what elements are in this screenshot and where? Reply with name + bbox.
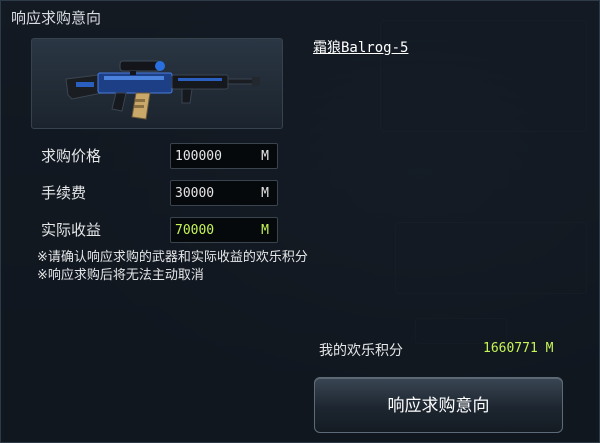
net-income-unit: M: [261, 223, 269, 238]
net-income-field: 70000 M: [170, 217, 278, 243]
rifle-icon: [65, 60, 260, 120]
price-label: 求购价格: [41, 147, 102, 165]
fee-unit: M: [261, 186, 269, 201]
net-income-value: 70000: [175, 223, 215, 238]
fee-value: 30000: [175, 186, 215, 201]
note-no-cancel: ※响应求购后将无法主动取消: [37, 268, 204, 283]
weapon-preview: [31, 38, 283, 129]
net-income-label: 实际收益: [41, 221, 102, 239]
price-field: 100000 M: [170, 143, 278, 169]
balance-label: 我的欢乐积分: [319, 343, 403, 359]
fee-label: 手续费: [41, 184, 87, 202]
price-value: 100000: [175, 149, 222, 164]
confirm-buy-request-button[interactable]: 响应求购意向: [314, 377, 563, 433]
dialog-title: 响应求购意向: [11, 9, 102, 27]
weapon-name: 霜狼Balrog-5: [313, 40, 409, 56]
fee-field: 30000 M: [170, 180, 278, 206]
balance-value: 1660771 M: [483, 341, 554, 356]
price-unit: M: [261, 149, 269, 164]
note-confirm: ※请确认响应求购的武器和实际收益的欢乐积分: [37, 250, 308, 265]
buy-request-dialog: 响应求购意向 霜狼Balrog-5 求购价格 100000 M 手续费 3000…: [0, 0, 600, 443]
